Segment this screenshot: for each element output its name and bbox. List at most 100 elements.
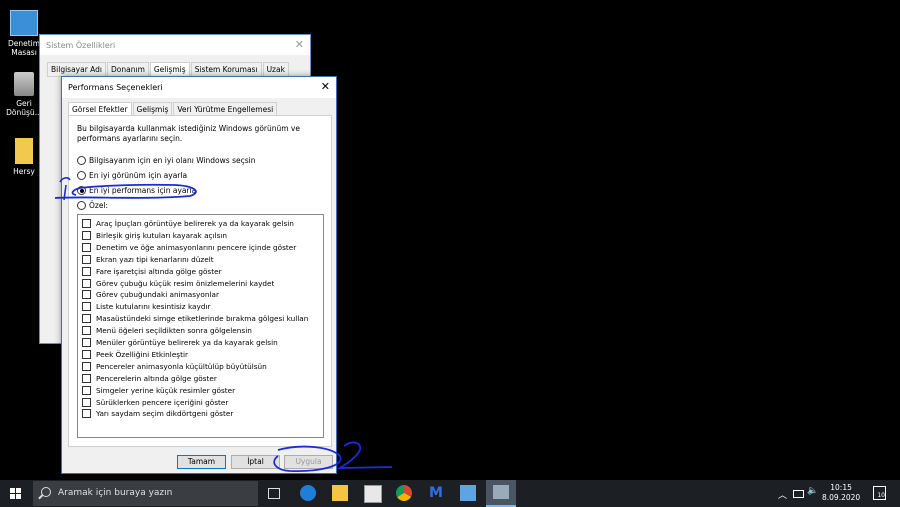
control-panel-icon [10,10,38,36]
cancel-button[interactable]: İptal [231,455,280,469]
ok-button[interactable]: Tamam [177,455,226,469]
tab-uzak[interactable]: Uzak [262,62,289,77]
show-hidden-icons-chevron[interactable]: ︿ [778,488,787,501]
store-icon[interactable] [364,485,382,503]
effect-checkbox-row[interactable]: Peek Özelliğini Etkinleştir [82,349,188,359]
effect-checkbox-row[interactable]: Sürüklerken pencere içeriğini göster [82,397,229,407]
checkbox[interactable] [82,278,91,288]
close-icon[interactable]: ✕ [321,80,330,93]
effect-checkbox-row[interactable]: Görev çubuğundaki animasyonlar [82,290,219,300]
clock-time: 10:15 [830,483,852,492]
notification-center-icon[interactable]: 10 [873,486,886,500]
checkbox-label: Görev çubuğundaki animasyonlar [96,290,219,300]
volume-icon[interactable]: 🔈 [807,486,818,496]
tab-sistem-korumasi[interactable]: Sistem Koruması [190,62,262,77]
checkbox[interactable] [82,326,91,336]
system-properties-title: Sistem Özellikleri [46,41,116,50]
tab-gelismis[interactable]: Gelişmiş [149,62,190,77]
checkbox[interactable] [82,266,91,276]
effect-checkbox-row[interactable]: Menüler görüntüye belirerek ya da kayara… [82,338,278,347]
radio-label: Bilgisayarım için en iyi olanı Windows s… [89,156,256,165]
description-line: Bu bilgisayarda kullanmak istediğiniz Wi… [77,124,300,133]
effect-checkbox-row[interactable]: Pencerelerin altında gölge göster [82,373,217,383]
notification-count: 10 [877,492,885,499]
effect-checkbox-row[interactable]: Ekran yazı tipi kenarlarını düzelt [82,254,214,264]
system-properties-titlebar: Sistem Özellikleri ✕ [40,35,310,55]
effect-checkbox-row[interactable]: Pencereler animasyonla küçültülüp büyütü… [82,361,267,371]
checkbox[interactable] [82,361,91,371]
battery-icon[interactable] [793,490,804,498]
checkbox[interactable] [82,349,91,359]
checkbox[interactable] [82,290,91,300]
checkbox-label: Birleşik giriş kutuları kayarak açılsın [96,230,228,240]
description-text: Bu bilgisayarda kullanmak istediğiniz Wi… [77,124,317,144]
radio-button[interactable] [77,201,86,210]
radio-label: Özel: [89,201,109,210]
radio-label: En iyi performans için ayarla [89,186,197,195]
effect-checkbox-row[interactable]: Araç İpuçları görüntüye belirerek ya da … [82,219,294,228]
checkbox[interactable] [82,254,91,264]
effect-checkbox-row[interactable]: Menü öğeleri seçildikten sonra gölgelens… [82,326,252,336]
radio-best-performance[interactable]: En iyi performans için ayarla [77,186,196,195]
clock[interactable]: 10:15 8.09.2020 [822,483,860,503]
tab-bilgisayar-adi[interactable]: Bilgisayar Adı [47,62,107,77]
effect-checkbox-row[interactable]: Simgeler yerine küçük resimler göster [82,385,236,395]
checkbox-label: Görev çubuğu küçük resim önizlemelerini … [96,278,275,288]
file-explorer-icon[interactable] [332,485,348,501]
radio-button[interactable] [77,186,86,195]
checkbox[interactable] [82,397,91,407]
checkbox[interactable] [82,373,91,383]
radio-let-windows-choose[interactable]: Bilgisayarım için en iyi olanı Windows s… [77,156,255,165]
search-icon [41,487,51,497]
taskbar: Aramak için buraya yazın M ︿ 🔈 10:15 8.0… [0,480,900,507]
control-panel-taskbar-icon[interactable] [460,485,476,501]
clock-date: 8.09.2020 [822,493,861,502]
tab-donanim[interactable]: Donanım [107,62,149,77]
checkbox-label: Menü öğeleri seçildikten sonra gölgelens… [96,326,252,336]
radio-best-appearance[interactable]: En iyi görünüm için ayarla [77,171,187,180]
effect-checkbox-row[interactable]: Yarı saydam seçim dikdörtgeni göster [82,409,234,419]
checkbox[interactable] [82,242,91,252]
start-button[interactable] [10,488,21,499]
edge-icon[interactable] [300,485,316,501]
checkbox-label: Simgeler yerine küçük resimler göster [96,385,236,395]
checkbox-label: Araç İpuçları görüntüye belirerek ya da … [96,219,294,228]
effects-checkbox-list[interactable]: Araç İpuçları görüntüye belirerek ya da … [77,214,324,438]
task-view-icon[interactable] [268,488,280,499]
chrome-icon[interactable] [396,485,412,501]
checkbox-label: Ekran yazı tipi kenarlarını düzelt [96,254,214,264]
radio-custom[interactable]: Özel: [77,201,108,210]
checkbox[interactable] [82,219,91,228]
effect-checkbox-row[interactable]: Masaüstündeki simge etiketlerinde bırakm… [82,314,308,324]
checkbox-label: Pencerelerin altında gölge göster [96,373,217,383]
performance-options-title: Performans Seçenekleri [68,83,163,92]
checkbox[interactable] [82,302,91,312]
folder-icon [15,138,33,164]
checkbox[interactable] [82,385,91,395]
search-placeholder: Aramak için buraya yazın [58,488,173,498]
performance-options-dialog: Performans Seçenekleri ✕ Görsel Efektler… [61,76,337,474]
system-properties-tabs: Bilgisayar Adı Donanım Gelişmiş Sistem K… [47,62,290,77]
checkbox[interactable] [82,314,91,324]
effect-checkbox-row[interactable]: Birleşik giriş kutuları kayarak açılsın [82,230,228,240]
system-properties-taskbar-button[interactable] [486,480,516,507]
effect-checkbox-row[interactable]: Görev çubuğu küçük resim önizlemelerini … [82,278,275,288]
checkbox[interactable] [82,409,91,419]
effect-checkbox-row[interactable]: Denetim ve öğe animasyonlarını pencere i… [82,242,296,252]
recycle-bin-icon [14,72,34,96]
radio-button[interactable] [77,156,86,165]
system-properties-icon [493,485,509,499]
close-icon[interactable]: ✕ [295,38,304,51]
checkbox-label: Sürüklerken pencere içeriğini göster [96,397,229,407]
checkbox[interactable] [82,230,91,240]
malwarebytes-icon[interactable]: M [428,485,444,501]
radio-button[interactable] [77,171,86,180]
checkbox[interactable] [82,338,91,347]
search-box[interactable]: Aramak için buraya yazın [33,481,258,506]
effect-checkbox-row[interactable]: Liste kutularını kesintisiz kaydır [82,302,211,312]
checkbox-label: Peek Özelliğini Etkinleştir [96,349,188,359]
checkbox-label: Yarı saydam seçim dikdörtgeni göster [96,409,234,419]
apply-button[interactable]: Uygula [284,455,333,469]
effect-checkbox-row[interactable]: Fare işaretçisi altında gölge göster [82,266,222,276]
checkbox-label: Pencereler animasyonla küçültülüp büyütü… [96,361,267,371]
